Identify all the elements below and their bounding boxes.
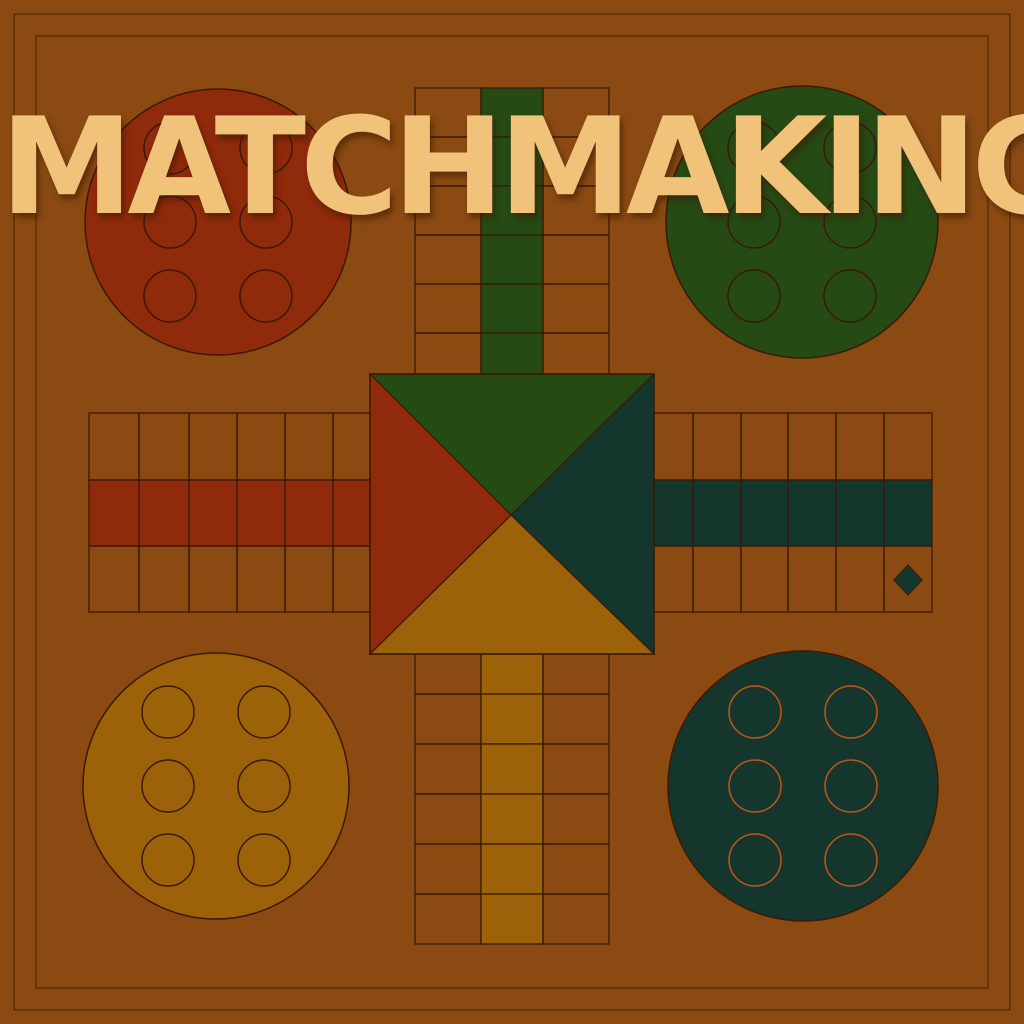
track-cell bbox=[188, 545, 238, 613]
track-cell bbox=[835, 412, 885, 481]
track-left bbox=[88, 412, 371, 613]
track-cell bbox=[542, 743, 610, 795]
track-cell bbox=[414, 843, 482, 895]
track-cell bbox=[787, 545, 837, 613]
track-cell bbox=[236, 545, 286, 613]
track-cell bbox=[692, 479, 742, 547]
track-cell bbox=[138, 412, 190, 481]
track-cell bbox=[480, 332, 544, 375]
teal-base bbox=[667, 650, 939, 922]
track-cell bbox=[480, 283, 544, 334]
matchmaking-title: MATCHMAKING bbox=[0, 89, 1024, 245]
track-cell bbox=[236, 479, 286, 547]
track-cell bbox=[138, 479, 190, 547]
track-cell bbox=[542, 332, 610, 375]
track-cell bbox=[542, 793, 610, 845]
ludo-game-board: MATCHMAKING bbox=[0, 0, 1024, 1024]
track-cell bbox=[414, 693, 482, 745]
track-cell bbox=[138, 545, 190, 613]
track-cell bbox=[542, 653, 610, 695]
track-cell bbox=[88, 479, 140, 547]
track-cell bbox=[332, 545, 371, 613]
track-cell bbox=[480, 653, 544, 695]
track-right bbox=[653, 412, 933, 613]
diamond-marker bbox=[893, 564, 923, 596]
track-cell bbox=[284, 412, 334, 481]
track-cell bbox=[740, 479, 789, 547]
track-cell bbox=[787, 479, 837, 547]
track-cell bbox=[88, 545, 140, 613]
track-cell bbox=[188, 479, 238, 547]
track-cell bbox=[480, 793, 544, 845]
track-cell bbox=[414, 653, 482, 695]
track-cell bbox=[188, 412, 238, 481]
track-cell bbox=[414, 793, 482, 845]
track-cell bbox=[414, 332, 482, 375]
track-cell bbox=[740, 545, 789, 613]
track-cell bbox=[480, 893, 544, 945]
track-cell bbox=[332, 479, 371, 547]
track-cell bbox=[480, 843, 544, 895]
track-cell bbox=[542, 283, 610, 334]
yellow-base bbox=[82, 652, 350, 920]
track-cell bbox=[332, 412, 371, 481]
yellow-base-circle bbox=[82, 652, 350, 920]
track-cell bbox=[480, 743, 544, 795]
track-cell bbox=[692, 412, 742, 481]
track-cell bbox=[835, 545, 885, 613]
track-cell bbox=[740, 412, 789, 481]
track-cell bbox=[88, 412, 140, 481]
track-cell bbox=[480, 693, 544, 745]
track-cell bbox=[236, 412, 286, 481]
track-cell bbox=[883, 479, 933, 547]
track-bottom bbox=[414, 653, 610, 945]
track-cell bbox=[883, 412, 933, 481]
track-cell bbox=[542, 693, 610, 745]
track-cell bbox=[414, 893, 482, 945]
track-cell bbox=[542, 843, 610, 895]
track-cell bbox=[787, 412, 837, 481]
track-cell bbox=[284, 479, 334, 547]
track-cell bbox=[542, 893, 610, 945]
teal-base-circle bbox=[667, 650, 939, 922]
track-cell bbox=[414, 743, 482, 795]
track-cell bbox=[414, 283, 482, 334]
track-cell bbox=[653, 545, 694, 613]
track-cell bbox=[692, 545, 742, 613]
track-cell bbox=[284, 545, 334, 613]
track-cell bbox=[653, 412, 694, 481]
home-center bbox=[368, 372, 656, 656]
track-cell bbox=[653, 479, 694, 547]
track-cell bbox=[835, 479, 885, 547]
